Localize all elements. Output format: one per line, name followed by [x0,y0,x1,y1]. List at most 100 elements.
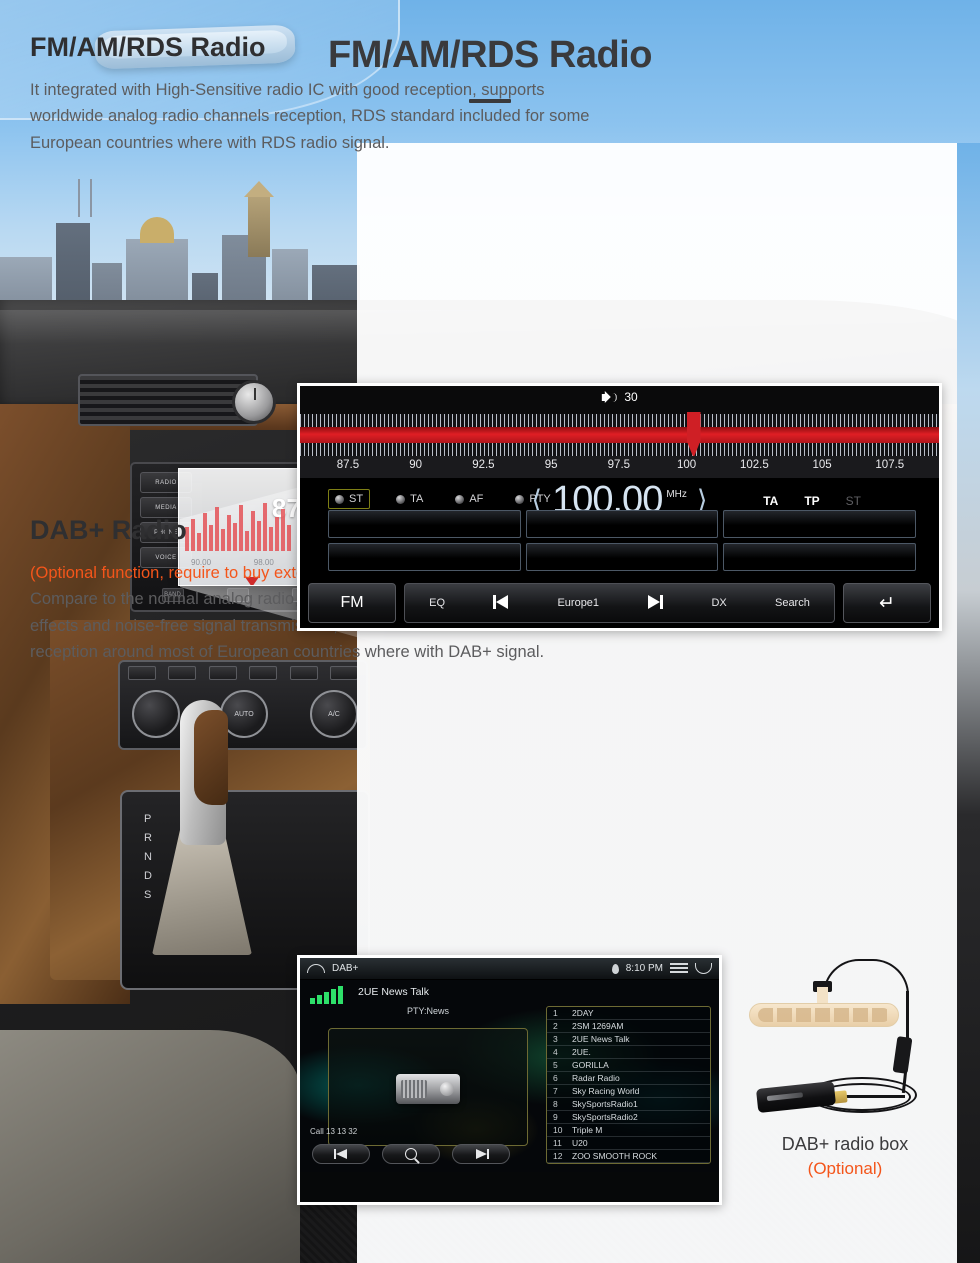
scale-tick: 92.5 [472,459,495,471]
station-list-item[interactable]: 6 Radar Radio [547,1072,710,1085]
fm-bottom-toolbar: FM EQ Europe1 DX Search ↵ [300,578,939,628]
fm-section-heading: FM/AM/RDS Radio [30,32,266,62]
station-number: 9 [553,1112,558,1122]
station-name: GORILLA [572,1060,609,1070]
dab-app-label: DAB+ [332,963,359,974]
station-list-item[interactable]: 7 Sky Racing World [547,1085,710,1098]
toolbar-button-search[interactable]: Search [775,597,810,609]
station-name: 2UE. [572,1047,591,1057]
home-icon[interactable] [307,964,325,973]
dab-status-right: 8:10 PM [611,963,712,974]
skip-previous-button[interactable] [493,594,509,612]
station-list-item[interactable]: 2 2SM 1269AM [547,1020,710,1033]
station-list-item[interactable]: 12 ZOO SMOOTH ROCK [547,1150,710,1163]
station-number: 3 [553,1034,558,1044]
volume-indicator[interactable]: 30 [601,390,638,404]
rds-button-st[interactable]: ST [328,489,371,509]
climate-top-buttons[interactable] [128,666,358,682]
menu-icon[interactable] [670,963,688,974]
scale-tick: 90 [409,459,423,471]
station-number: 12 [553,1151,563,1161]
scale-tick: 87.5 [336,459,360,471]
rds-button-ta[interactable]: TA [390,489,429,509]
page-root: RADIO MEDIA PHONE VOICE BAND 87.50 [0,0,980,1263]
station-number: 4 [553,1047,558,1057]
station-number: 8 [553,1099,558,1109]
station-name: Radar Radio [572,1073,620,1083]
preset-slot[interactable] [328,510,521,538]
indicator-led-icon [396,494,406,504]
dab-radio-screenshot: DAB+ 8:10 PM 2UE News Talk PTY:News Call… [297,955,722,1205]
station-number: 11 [553,1138,562,1148]
station-list-item[interactable]: 10 Triple M [547,1124,710,1137]
station-list-item[interactable]: 3 2UE News Talk [547,1033,710,1046]
toolbar-button-dx[interactable]: DX [711,597,726,609]
rds-button-af[interactable]: AF [449,489,489,509]
tick-marks-top [300,414,939,427]
back-arrow-icon: ↵ [879,592,895,614]
rds-button-label: AF [469,493,484,505]
climate-knob-right[interactable]: A/C [310,690,358,738]
station-number: 10 [553,1125,563,1135]
station-list-item[interactable]: 11 U20 [547,1137,710,1150]
rds-button-label: TA [410,493,424,505]
preset-slot[interactable] [328,543,521,571]
signal-bars-icon [310,986,343,1004]
frequency-scale-labels: 87.5 90 92.5 95 97.5 100 102.5 105 107.5 [300,456,939,478]
climate-knob-left[interactable] [132,690,180,738]
status-flag-ta: TA [763,494,779,508]
rds-status-flags: TA TP ST [763,494,861,508]
preset-grid [328,510,916,571]
station-list-item[interactable]: 8 SkySportsRadio1 [547,1098,710,1111]
product-caption: DAB+ radio box [781,1134,909,1154]
band-button[interactable]: FM [308,583,396,623]
dab-search-button[interactable] [382,1144,440,1164]
preset-slot[interactable] [723,510,916,538]
station-name: ZOO SMOOTH ROCK [572,1151,657,1161]
station-list-item[interactable]: 5 GORILLA [547,1059,710,1072]
station-name: Sky Racing World [572,1086,640,1096]
dab-box-product: DAB+ radio box (Optional) [735,945,955,1205]
dab-pty-label: PTY:News [407,1006,450,1016]
tuner-scale-strip[interactable] [300,412,939,458]
back-button[interactable]: ↵ [843,583,931,623]
dab-station-list[interactable]: 1 2DAY 2 2SM 1269AM 3 2UE News Talk 4 2UE. 5 GORI… [546,1006,711,1164]
station-number: 2 [553,1021,558,1031]
preset-slot[interactable] [525,510,719,538]
skip-next-button[interactable] [647,594,664,612]
station-name: Triple M [572,1125,603,1135]
right-edge-strip [957,143,980,1263]
scale-tick: 95 [544,459,558,471]
back-arrow-icon[interactable] [695,963,712,974]
gear-position-labels: PRNDS [144,813,153,901]
air-vent [78,374,258,426]
tick-marks-bottom [300,443,939,456]
station-list-item[interactable]: 1 2DAY [547,1007,710,1020]
dab-clock: 8:10 PM [625,963,663,974]
dab-status-bar: DAB+ 8:10 PM [300,958,719,980]
volume-value: 30 [624,390,638,404]
station-name: 2UE News Talk [572,1034,630,1044]
station-name: SkySportsRadio2 [572,1112,638,1122]
station-name: 2DAY [572,1008,594,1018]
tuner-red-band [300,427,939,443]
toolbar-button-eq[interactable]: EQ [429,597,445,609]
station-list-item[interactable]: 4 2UE. [547,1046,710,1059]
dab-call-text: Call 13 13 32 [310,1127,358,1136]
dab-station-name: 2UE News Talk [358,986,429,998]
station-name: 2SM 1269AM [572,1021,624,1031]
dab-transport-controls [300,1136,533,1172]
scale-tick: 97.5 [607,459,631,471]
dab-previous-button[interactable] [312,1144,370,1164]
dab-box-image [735,945,955,1130]
dab-next-button[interactable] [452,1144,510,1164]
station-number: 5 [553,1060,558,1070]
car-seat [0,1030,300,1263]
skip-next-icon [647,594,664,609]
preset-slot[interactable] [525,543,719,571]
toolbar-button-europe1[interactable]: Europe1 [557,597,599,609]
skip-next-icon [474,1149,489,1159]
preset-slot[interactable] [723,543,916,571]
station-number: 1 [553,1008,558,1018]
station-list-item[interactable]: 9 SkySportsRadio2 [547,1111,710,1124]
